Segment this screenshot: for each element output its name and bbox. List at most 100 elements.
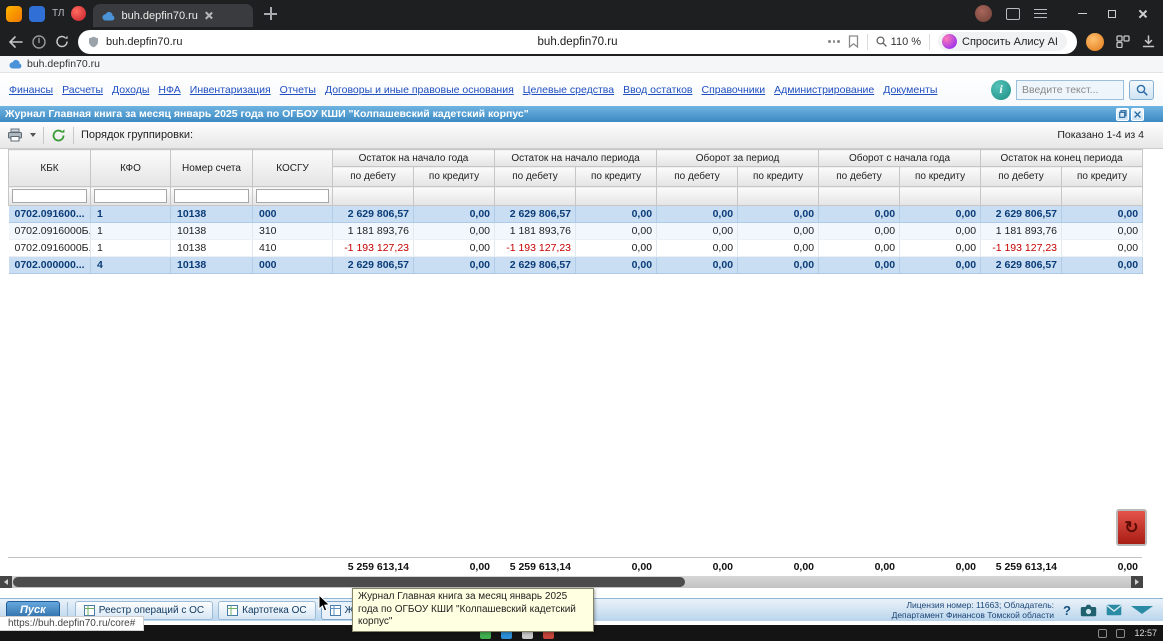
menu-inventarizaciya[interactable]: Инвентаризация bbox=[190, 84, 271, 96]
tab-tooltip: Журнал Главная книга за месяц январь 202… bbox=[352, 588, 594, 632]
menu-raschety[interactable]: Расчеты bbox=[62, 84, 103, 96]
menu-celevye-sredstva[interactable]: Целевые средства bbox=[523, 84, 614, 96]
group-header-balance-period-start[interactable]: Остаток на начало периода bbox=[494, 149, 658, 167]
menu-finansy[interactable]: Финансы bbox=[9, 84, 53, 96]
subcol-debit[interactable]: по дебету bbox=[332, 166, 414, 187]
horizontal-scrollbar[interactable] bbox=[0, 576, 1143, 588]
tab-group-icon[interactable] bbox=[29, 5, 45, 22]
menu-spravochniki[interactable]: Справочники bbox=[702, 84, 766, 96]
subcol-credit[interactable]: по кредиту bbox=[412, 166, 496, 187]
protect-icon[interactable] bbox=[32, 34, 46, 49]
task-tab-kartoteka[interactable]: Картотека ОС bbox=[218, 600, 316, 620]
tab-close-icon[interactable] bbox=[204, 11, 213, 20]
task-tab-label: Реестр операций с ОС bbox=[98, 604, 205, 616]
menu-vvod-ostatkov[interactable]: Ввод остатков bbox=[623, 84, 692, 96]
side-panel-icon[interactable] bbox=[1006, 7, 1020, 20]
menu-otchety[interactable]: Отчеты bbox=[280, 84, 316, 96]
help-button[interactable]: ? bbox=[1063, 603, 1071, 618]
restore-icon[interactable] bbox=[1097, 2, 1127, 26]
totals-row: 5 259 613,14 0,00 5 259 613,14 0,00 0,00 0,00… bbox=[8, 556, 1142, 577]
group-header-balance-period-end[interactable]: Остаток на конец периода bbox=[980, 149, 1144, 167]
menu-nfa[interactable]: НФА bbox=[158, 84, 180, 96]
window-close-icon[interactable] bbox=[1131, 107, 1144, 121]
print-dropdown-icon[interactable] bbox=[30, 133, 36, 137]
table-row[interactable]: 0702.0916000Б... 1 10138 410 -1 193 127,23 0… bbox=[8, 239, 1144, 257]
table-row[interactable]: 0702.091600... 1 10138 000 2 629 806,57 0,00… bbox=[8, 205, 1144, 223]
journal-window-titlebar[interactable]: Журнал Главная книга за месяц январь 202… bbox=[0, 106, 1163, 122]
kosgu-filter-input[interactable] bbox=[256, 189, 329, 203]
group-header-turnover-ytd[interactable]: Оборот с начала года bbox=[818, 149, 982, 167]
scroll-right-icon[interactable] bbox=[1131, 576, 1143, 588]
back-icon[interactable] bbox=[8, 35, 23, 48]
menu-dohody[interactable]: Доходы bbox=[112, 84, 149, 96]
zoom-value: 110 % bbox=[890, 35, 922, 48]
search-button[interactable] bbox=[1129, 79, 1154, 100]
yandex-browser-icon[interactable] bbox=[6, 5, 22, 22]
mail-icon[interactable] bbox=[1106, 604, 1122, 616]
subcol-debit[interactable]: по дебету bbox=[656, 166, 739, 187]
subcol-credit[interactable]: по кредиту bbox=[737, 166, 820, 187]
minimize-icon[interactable] bbox=[1067, 2, 1097, 26]
address-domain-center: buh.depfin70.ru bbox=[537, 35, 618, 48]
subcol-credit[interactable]: по кредиту bbox=[899, 166, 982, 187]
pinned-tab-icon[interactable] bbox=[71, 6, 87, 21]
close-icon[interactable] bbox=[1127, 2, 1157, 26]
tab-group-label[interactable]: ТЛ bbox=[52, 8, 64, 19]
subcol-debit[interactable]: по дебету bbox=[494, 166, 577, 187]
scrollbar-thumb[interactable] bbox=[13, 577, 685, 587]
column-header-account[interactable]: Номер счета bbox=[170, 149, 253, 187]
kfo-filter-input[interactable] bbox=[94, 189, 167, 203]
group-header-turnover-period[interactable]: Оборот за период bbox=[656, 149, 820, 167]
zoom-control[interactable]: 110 % bbox=[876, 36, 921, 48]
table-row[interactable]: 0702.000000... 4 10138 000 2 629 806,57 0,00… bbox=[8, 256, 1144, 274]
collapse-panel-icon[interactable] bbox=[1131, 606, 1153, 614]
site-favicon-cloud-icon bbox=[102, 11, 115, 20]
downloads-icon[interactable] bbox=[1142, 35, 1155, 48]
site-security-icon[interactable] bbox=[88, 36, 99, 48]
info-icon[interactable]: i bbox=[991, 79, 1011, 100]
browser-address-row: buh.depfin70.ru buh.depfin70.ru 110 % Сп… bbox=[0, 27, 1163, 56]
tray-icon[interactable] bbox=[1098, 628, 1108, 638]
column-header-kfo[interactable]: КФО bbox=[90, 149, 171, 187]
account-filter-input[interactable] bbox=[174, 189, 249, 203]
subcol-credit[interactable]: по кредиту bbox=[1061, 166, 1144, 187]
browser-menu-icon[interactable] bbox=[1034, 9, 1047, 18]
alice-ai-button[interactable]: Спросить Алису AI bbox=[938, 32, 1067, 51]
group-header-balance-year-start[interactable]: Остаток на начало года bbox=[331, 149, 496, 167]
subcol-debit[interactable]: по дебету bbox=[818, 166, 901, 187]
bookmark-item[interactable]: buh.depfin70.ru bbox=[27, 58, 100, 70]
clock[interactable]: 12:57 bbox=[1134, 628, 1157, 638]
reload-icon[interactable] bbox=[55, 35, 69, 48]
address-url-text: buh.depfin70.ru bbox=[106, 35, 183, 48]
table-row[interactable]: 0702.0916000Б... 1 10138 310 1 181 893,76 0,… bbox=[8, 222, 1144, 240]
subcol-credit[interactable]: по кредиту bbox=[575, 166, 658, 187]
screenshot-camera-icon[interactable] bbox=[1080, 604, 1097, 617]
subcol-debit[interactable]: по дебету bbox=[980, 166, 1063, 187]
browser-tab-active[interactable]: buh.depfin70.ru bbox=[93, 4, 254, 27]
search-input[interactable] bbox=[1016, 79, 1124, 100]
menu-dokumenty[interactable]: Документы bbox=[883, 84, 937, 96]
print-icon[interactable] bbox=[7, 128, 23, 142]
license-line1: Лицензия номер: 11663; Обладатель: bbox=[906, 599, 1055, 610]
column-header-kbk[interactable]: КБК bbox=[8, 149, 91, 187]
app-menu-bar: Финансы Расчеты Доходы НФА Инвентаризаци… bbox=[0, 73, 1163, 106]
scroll-left-icon[interactable] bbox=[0, 576, 12, 588]
divider bbox=[43, 126, 44, 144]
menu-administrirovanie[interactable]: Администрирование bbox=[774, 84, 874, 96]
filter-cell bbox=[90, 186, 171, 206]
menu-dogovory[interactable]: Договоры и иные правовые основания bbox=[325, 84, 514, 96]
new-tab-icon[interactable] bbox=[264, 7, 278, 20]
user-avatar[interactable] bbox=[1086, 32, 1104, 51]
refresh-icon[interactable] bbox=[51, 128, 66, 143]
more-actions-icon[interactable] bbox=[828, 40, 840, 43]
window-restore-icon[interactable] bbox=[1116, 107, 1129, 121]
profile-avatar[interactable] bbox=[975, 5, 992, 22]
kbk-filter-input[interactable] bbox=[12, 189, 87, 203]
journal-toolbar: Порядок группировки: Показано 1-4 из 4 bbox=[0, 122, 1163, 149]
crypto-plugin-icon[interactable]: ↻ bbox=[1116, 509, 1147, 546]
tray-icon[interactable] bbox=[1116, 628, 1126, 638]
address-bar[interactable]: buh.depfin70.ru buh.depfin70.ru 110 % Сп… bbox=[78, 29, 1077, 54]
column-header-kosgu[interactable]: КОСГУ bbox=[252, 149, 333, 187]
collections-icon[interactable] bbox=[1116, 35, 1130, 48]
bookmark-flag-icon[interactable] bbox=[848, 35, 859, 48]
